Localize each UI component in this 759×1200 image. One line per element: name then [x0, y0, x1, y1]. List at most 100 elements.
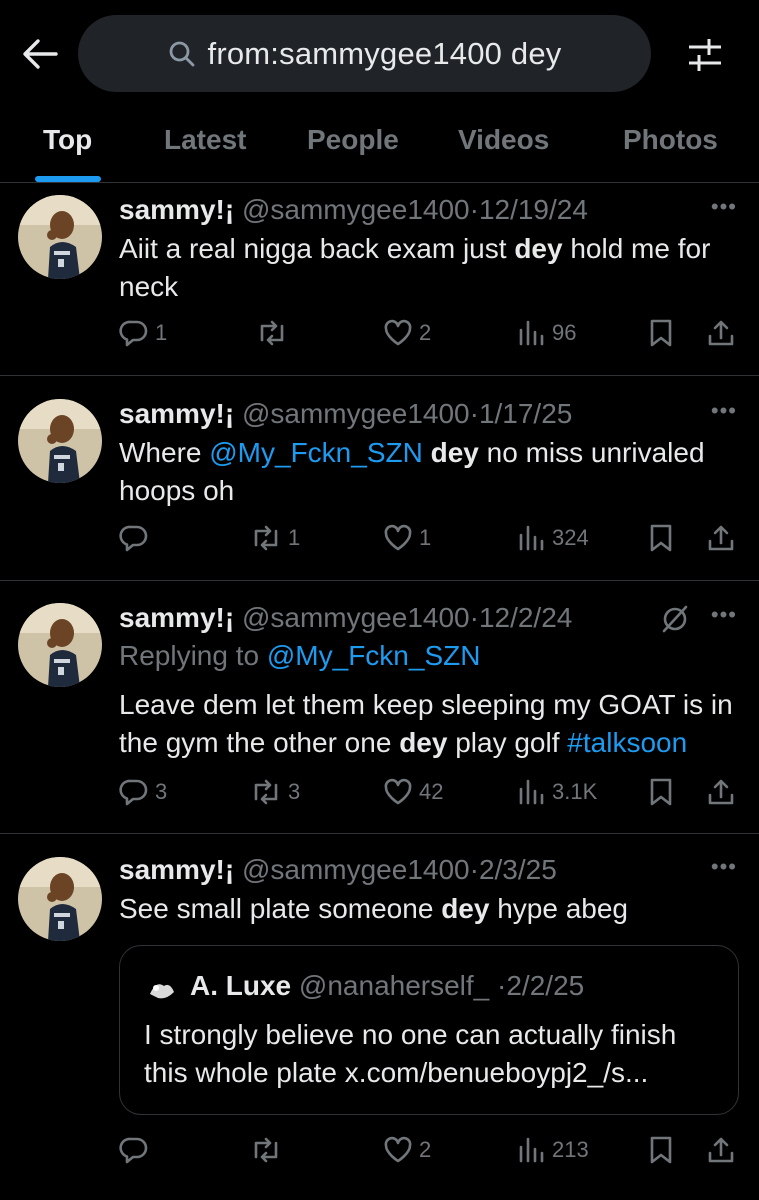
search-icon: [169, 41, 194, 66]
share-button[interactable]: [706, 772, 736, 812]
retweet-count: 1: [288, 525, 301, 550]
views-count: 96: [552, 320, 577, 345]
back-arrow-icon: [23, 39, 58, 69]
grok-icon[interactable]: [660, 604, 690, 634]
quoted-author-handle[interactable]: @nanaherself_: [299, 970, 489, 1001]
author-handle[interactable]: @sammygee1400: [242, 854, 470, 885]
avatar[interactable]: [18, 195, 102, 279]
like-button[interactable]: 2: [383, 313, 431, 353]
views-chart-icon: [519, 320, 544, 346]
more-options-button[interactable]: •••: [711, 854, 737, 880]
avatar-photo: [18, 603, 102, 687]
tweet-date[interactable]: 2/3/25: [479, 854, 557, 885]
heart-icon: [384, 778, 412, 805]
more-options-button[interactable]: •••: [711, 602, 737, 628]
heart-icon: [384, 1136, 412, 1163]
tweet-header: sammy!¡ @sammygee1400·2/3/25: [119, 852, 741, 888]
author-name[interactable]: sammy!¡: [119, 602, 234, 633]
avatar[interactable]: [18, 603, 102, 687]
author-name[interactable]: sammy!¡: [119, 194, 234, 225]
tweet-text-part: play golf: [447, 727, 568, 758]
replying-to-label: Replying to: [119, 640, 267, 671]
like-count: 1: [419, 525, 432, 550]
author-handle[interactable]: @sammygee1400: [242, 398, 470, 429]
reply-button[interactable]: [119, 518, 155, 558]
views-button[interactable]: 213: [516, 1130, 589, 1170]
retweet-icon: [254, 525, 278, 551]
avatar[interactable]: [18, 399, 102, 483]
tweet[interactable]: sammy!¡ @sammygee1400·1/17/25 Where @My_…: [0, 376, 759, 581]
tab-videos[interactable]: Videos: [458, 124, 549, 156]
tab-photos[interactable]: Photos: [623, 124, 718, 156]
retweet-button[interactable]: 3: [250, 772, 300, 812]
retweet-button[interactable]: 1: [250, 518, 300, 558]
bookmark-icon: [650, 524, 672, 552]
retweet-button[interactable]: [256, 313, 294, 353]
tweet[interactable]: sammy!¡ @sammygee1400·12/19/24 Aiit a re…: [0, 182, 759, 376]
bookmark-icon: [650, 1136, 672, 1164]
separator-dot: ·: [469, 602, 479, 633]
bookmark-button[interactable]: [647, 1130, 675, 1170]
tweet-actions: 1 2 96: [119, 313, 741, 353]
reply-button[interactable]: [119, 1130, 155, 1170]
tweet-text: Where @My_Fckn_SZN dey no miss unrivaled…: [119, 434, 741, 510]
hashtag-link[interactable]: #talksoon: [567, 727, 687, 758]
quoted-header: A. Luxe @nanaherself_ ·2/2/25: [190, 968, 584, 1004]
reply-button[interactable]: 1: [119, 313, 167, 353]
share-button[interactable]: [706, 518, 736, 558]
replying-to-mention[interactable]: @My_Fckn_SZN: [267, 640, 481, 671]
tweet-header: sammy!¡ @sammygee1400·12/19/24: [119, 192, 741, 228]
retweet-icon: [254, 779, 278, 805]
like-button[interactable]: 42: [383, 772, 443, 812]
more-options-button[interactable]: •••: [711, 398, 737, 424]
views-count: 213: [552, 1137, 589, 1162]
highlighted-term: dey: [399, 727, 448, 758]
views-button[interactable]: 3.1K: [516, 772, 597, 812]
retweet-button[interactable]: [250, 1130, 288, 1170]
mention-link[interactable]: @My_Fckn_SZN: [209, 437, 423, 468]
quoted-author-name[interactable]: A. Luxe: [190, 970, 291, 1001]
quoted-date[interactable]: 2/2/25: [506, 970, 584, 1001]
tweet-header: sammy!¡ @sammygee1400·1/17/25: [119, 396, 741, 432]
back-button[interactable]: [18, 34, 62, 74]
share-button[interactable]: [706, 1130, 736, 1170]
search-bar[interactable]: from:sammygee1400 dey: [78, 15, 651, 92]
reply-button[interactable]: 3: [119, 772, 167, 812]
avatar-photo: [18, 857, 102, 941]
author-handle[interactable]: @sammygee1400: [242, 602, 470, 633]
like-count: 2: [419, 320, 432, 345]
tweet-date[interactable]: 12/2/24: [479, 602, 572, 633]
tweet[interactable]: sammy!¡ @sammygee1400·12/2/24 Replying t…: [0, 581, 759, 834]
tweet-date[interactable]: 1/17/25: [479, 398, 572, 429]
tab-top[interactable]: Top: [43, 124, 92, 156]
quoted-tweet[interactable]: A. Luxe @nanaherself_ ·2/2/25 I strongly…: [119, 945, 739, 1115]
tab-latest[interactable]: Latest: [164, 124, 246, 156]
like-button[interactable]: 2: [383, 1130, 431, 1170]
share-icon: [708, 1137, 734, 1163]
views-button[interactable]: 324: [516, 518, 589, 558]
more-options-button[interactable]: •••: [711, 194, 737, 220]
views-button[interactable]: 96: [516, 313, 576, 353]
highlighted-term: dey: [441, 893, 490, 924]
author-name[interactable]: sammy!¡: [119, 854, 234, 885]
tab-people[interactable]: People: [307, 124, 399, 156]
views-chart-icon: [519, 1137, 544, 1163]
top-bar: from:sammygee1400 dey: [0, 0, 759, 108]
author-handle[interactable]: @sammygee1400: [242, 194, 470, 225]
share-icon: [708, 320, 734, 346]
retweet-icon: [260, 320, 284, 346]
quoted-avatar[interactable]: [144, 972, 178, 1006]
like-button[interactable]: 1: [383, 518, 431, 558]
author-name[interactable]: sammy!¡: [119, 398, 234, 429]
avatar[interactable]: [18, 857, 102, 941]
tweet-date[interactable]: 12/19/24: [479, 194, 588, 225]
share-button[interactable]: [706, 313, 736, 353]
bookmark-button[interactable]: [647, 313, 675, 353]
bookmark-button[interactable]: [647, 518, 675, 558]
search-input[interactable]: from:sammygee1400 dey: [208, 36, 562, 72]
bookmark-button[interactable]: [647, 772, 675, 812]
tweet-text-part: Aiit a real nigga back exam just: [119, 233, 515, 264]
tweet[interactable]: sammy!¡ @sammygee1400·2/3/25 See small p…: [0, 834, 759, 1200]
quoted-text: I strongly believe no one can actually f…: [144, 1019, 677, 1088]
search-settings-button[interactable]: [683, 33, 727, 77]
